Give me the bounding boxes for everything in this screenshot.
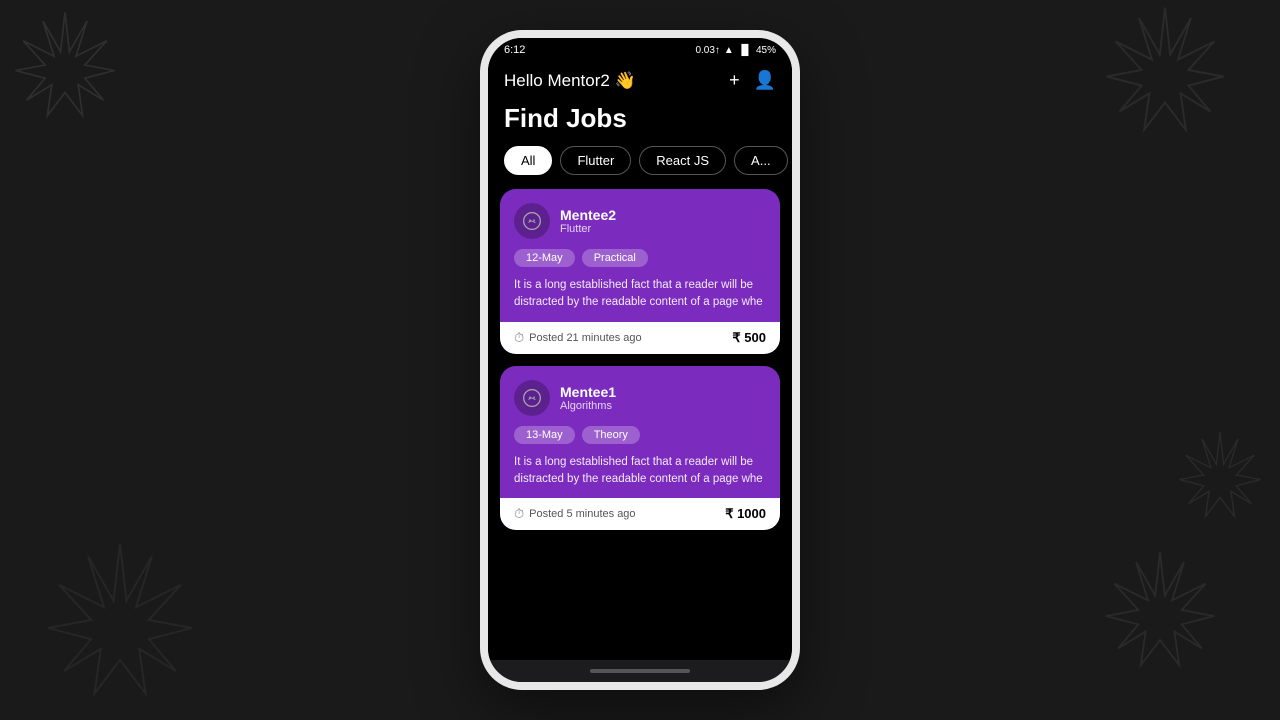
job-list: Mentee2 Flutter 12-May Practical It is a… — [488, 189, 792, 660]
clock-icon-1: ⏱ — [514, 330, 524, 346]
tag-date-1: 12-May — [514, 249, 575, 267]
card-user-sub-2: Algorithms — [560, 400, 616, 412]
price-2: ₹ 1000 — [725, 506, 766, 522]
avatar-1 — [514, 203, 550, 239]
header-title: Hello Mentor2 👋 — [504, 71, 636, 91]
status-wifi: ▲ — [724, 45, 734, 56]
card-user-info-1: Mentee2 Flutter — [560, 207, 616, 235]
status-data: 0.03↑ — [695, 45, 719, 56]
card-footer-2: ⏱ Posted 5 minutes ago ₹ 1000 — [500, 498, 780, 530]
page-title: Find Jobs — [488, 99, 792, 146]
job-card[interactable]: Mentee2 Flutter 12-May Practical It is a… — [500, 189, 780, 354]
tag-type-2: Theory — [582, 426, 640, 444]
job-card-2[interactable]: Mentee1 Algorithms 13-May Theory It is a… — [500, 366, 780, 531]
status-battery: 45% — [756, 45, 776, 56]
app-header: Hello Mentor2 👋 + 👤 — [488, 60, 792, 99]
phone-frame: 6:12 0.03↑ ▲ ▐▌ 45% Hello Mentor2 👋 + 👤 … — [480, 30, 800, 690]
filter-chip-more[interactable]: A... — [734, 146, 788, 175]
status-signal: ▐▌ — [738, 45, 752, 56]
card-user-name-2: Mentee1 — [560, 384, 616, 400]
header-actions: + 👤 — [729, 70, 776, 91]
card-description-1: It is a long established fact that a rea… — [514, 277, 766, 312]
clock-icon-2: ⏱ — [514, 506, 524, 522]
home-indicator — [488, 660, 792, 682]
card-body-1: Mentee2 Flutter 12-May Practical It is a… — [500, 189, 780, 322]
posted-text-2: Posted 5 minutes ago — [529, 508, 635, 520]
card-header-row-1: Mentee2 Flutter — [514, 203, 766, 239]
posted-text-1: Posted 21 minutes ago — [529, 332, 642, 344]
tags-row-2: 13-May Theory — [514, 426, 766, 444]
app-content: Hello Mentor2 👋 + 👤 Find Jobs All Flutte… — [488, 60, 792, 660]
profile-button[interactable]: 👤 — [754, 70, 776, 91]
filter-chip-all[interactable]: All — [504, 146, 552, 175]
card-header-row-2: Mentee1 Algorithms — [514, 380, 766, 416]
filter-chip-reactjs[interactable]: React JS — [639, 146, 726, 175]
card-body-2: Mentee1 Algorithms 13-May Theory It is a… — [500, 366, 780, 499]
card-user-sub-1: Flutter — [560, 223, 616, 235]
home-bar — [590, 669, 690, 673]
posted-info-2: ⏱ Posted 5 minutes ago — [514, 506, 636, 522]
filter-row: All Flutter React JS A... — [488, 146, 792, 189]
tags-row-1: 12-May Practical — [514, 249, 766, 267]
posted-info-1: ⏱ Posted 21 minutes ago — [514, 330, 642, 346]
card-user-info-2: Mentee1 Algorithms — [560, 384, 616, 412]
avatar-2 — [514, 380, 550, 416]
filter-chip-flutter[interactable]: Flutter — [560, 146, 631, 175]
price-1: ₹ 500 — [732, 330, 766, 346]
status-time: 6:12 — [504, 44, 525, 56]
card-description-2: It is a long established fact that a rea… — [514, 454, 766, 489]
card-user-name-1: Mentee2 — [560, 207, 616, 223]
tag-type-1: Practical — [582, 249, 648, 267]
add-button[interactable]: + — [729, 70, 740, 91]
status-bar: 6:12 0.03↑ ▲ ▐▌ 45% — [488, 38, 792, 60]
tag-date-2: 13-May — [514, 426, 575, 444]
card-footer-1: ⏱ Posted 21 minutes ago ₹ 500 — [500, 322, 780, 354]
